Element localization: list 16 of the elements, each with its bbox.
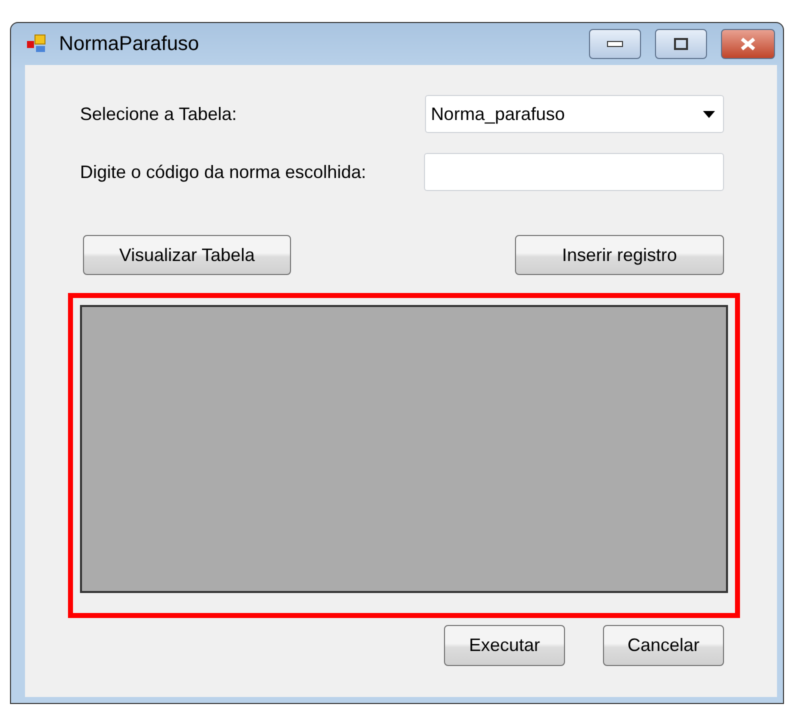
insert-record-button[interactable]: Inserir registro xyxy=(515,235,724,275)
field-label: Digite o código da norma escolhida: xyxy=(80,162,368,182)
execute-button[interactable]: Executar xyxy=(444,625,565,666)
view-table-button[interactable]: Visualizar Tabela xyxy=(83,235,291,275)
maximize-icon xyxy=(674,38,688,50)
minimize-button[interactable] xyxy=(589,29,641,59)
field-label: Selecione a Tabela: xyxy=(80,104,238,124)
dropdown-arrow-icon xyxy=(703,110,715,118)
window-title: NormaParafuso xyxy=(59,32,200,56)
close-button[interactable] xyxy=(721,29,775,59)
code-input-field[interactable] xyxy=(424,153,724,191)
table-dropdown[interactable]: Norma_parafuso xyxy=(424,95,724,133)
close-icon xyxy=(740,37,756,51)
maximize-button[interactable] xyxy=(655,29,707,59)
cancel-button[interactable]: Cancelar xyxy=(603,625,724,666)
minimize-icon xyxy=(607,41,623,47)
